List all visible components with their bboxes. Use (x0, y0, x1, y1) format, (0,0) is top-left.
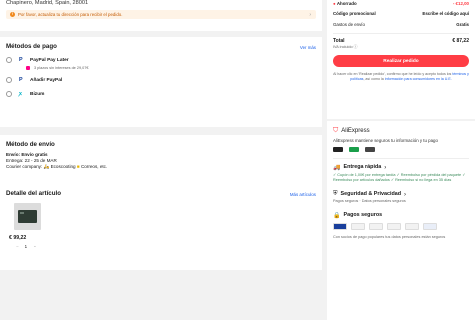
legal-text: Al hacer clic en 'Realizar pedido', conf… (333, 72, 469, 82)
saved-label: ● Ahorrado (333, 0, 357, 8)
courier-prefix: Courier company: (6, 163, 43, 169)
courier-name: Ecoscooting (50, 163, 76, 169)
product-detail (20, 212, 24, 214)
shipping-title: Método de envío (6, 141, 55, 148)
chevron-right-icon: › (384, 164, 387, 171)
payment-option-bizum[interactable]: ꭗ Bizum (6, 91, 316, 97)
option-label: Bizum (30, 91, 45, 97)
brand-tagline: AliExpress mantiene seguros tu informaci… (333, 138, 438, 143)
chevron-right-icon: › (404, 191, 407, 198)
promo-row[interactable]: Código promocional Escribe el código aqu… (333, 8, 469, 19)
payment-title: Métodos de pago (6, 43, 57, 50)
address-line: Chapinero, Madrid, Spain, 28001 (6, 0, 89, 6)
option-label: Añadir PayPal (30, 77, 63, 83)
paypal-icon: P (19, 77, 23, 83)
divider (333, 33, 469, 34)
option-sub: 3 plazos sin intereses de 29,07€ (34, 66, 89, 70)
bizum-icon: ꭗ (19, 91, 22, 97)
shield-check-icon: ⛨ (333, 191, 338, 197)
info-icon[interactable]: ⓘ (354, 45, 358, 49)
lock-icon: 🔒 (333, 213, 341, 219)
assurance-card: ⛉ AliExpress AliExpress mantiene seguros… (327, 121, 475, 320)
promo-label: Código promocional (333, 11, 376, 16)
decrease-button[interactable]: − (16, 244, 19, 249)
warning-icon: ! (10, 12, 15, 17)
vat-text: IVA incluido (333, 45, 353, 49)
shipping-cost-label: Gastos de envío (333, 22, 365, 27)
promo-input[interactable]: Escribe el código aquí (422, 8, 469, 19)
legal-part: , así como la (363, 76, 385, 81)
fast-delivery-header[interactable]: 🚚 Entrega rápida › (333, 164, 469, 171)
badge-row (333, 147, 469, 152)
see-more-link[interactable]: Ver más (300, 45, 316, 50)
chevron-right-icon: › (309, 11, 311, 18)
payment-option-add-paypal[interactable]: P Añadir PayPal (6, 77, 316, 83)
address-card: Chapinero, Madrid, Spain, 28001 ! Por fa… (0, 0, 322, 31)
items-title: Detalle del artículo (6, 190, 62, 197)
shipping-card: Método de envío Envío: Envío gratis Entr… (0, 135, 322, 185)
saved-label-text: Ahorrado (336, 1, 357, 6)
badge-icon (333, 147, 343, 152)
card-icon (423, 223, 437, 230)
payment-card-logos (333, 223, 469, 230)
vat-note: IVA incluido ⓘ (333, 45, 469, 50)
security-title: Seguridad & Privacidad (340, 191, 402, 197)
radio[interactable] (6, 77, 12, 83)
paypal-icon (387, 223, 401, 230)
security-header[interactable]: ⛨ Seguridad & Privacidad › (333, 191, 469, 198)
payments-header: 🔒 Pagos seguros (333, 212, 469, 219)
items-card: Detalle del artículo Más artículos € 99,… (0, 184, 322, 270)
place-order-button[interactable]: Realizar pedido (333, 55, 469, 67)
payment-card: Métodos de pago Ver más P PayPal Pay Lat… (0, 37, 322, 127)
badge-icon (349, 147, 359, 152)
item-price: € 99,22 (9, 235, 27, 241)
shield-icon: ⛉ (333, 127, 339, 134)
visa-icon (333, 223, 347, 230)
shipping-courier: Courier company: 🛵 Ecoscooting ■ Correos… (6, 164, 316, 170)
divider (333, 158, 469, 159)
card-icon (405, 223, 419, 230)
chevron-down-icon[interactable]: ⌄ (33, 243, 37, 249)
payments-title: Pagos seguros (343, 212, 383, 218)
installment-icon (26, 66, 30, 70)
scooter-icon: 🛵 (43, 163, 50, 169)
maestro-icon (369, 223, 383, 230)
mastercard-icon (351, 223, 365, 230)
radio[interactable] (6, 91, 12, 97)
option-label: PayPal Pay Later (30, 57, 69, 63)
total-label: Total (333, 38, 345, 44)
quantity-value: 1 (24, 243, 28, 249)
consumer-info-link[interactable]: información para consumidores en la U.E. (385, 77, 452, 81)
order-summary: ● Ahorrado - €12,00 Código promocional E… (327, 0, 475, 119)
product-image[interactable] (14, 203, 41, 230)
truck-icon: 🚚 (333, 165, 341, 171)
radio[interactable] (6, 57, 12, 63)
total-value: € 87,22 (452, 38, 469, 44)
more-items-link[interactable]: Más artículos (290, 192, 316, 197)
legal-part: Al hacer clic en 'Realizar pedido', conf… (333, 72, 453, 76)
payment-option-paylater[interactable]: P PayPal Pay Later 3 plazos sin interese… (6, 57, 316, 70)
discount-icon: ● (333, 1, 336, 6)
fast-delivery-list: ✓ Cupón de 1,00€ por entrega tardía ✓ Re… (333, 173, 466, 182)
courier-name: Correos (80, 163, 98, 169)
brand-row: ⛉ AliExpress (333, 127, 469, 135)
shipping-cost-value: Gratis (456, 22, 469, 27)
warning-text: Por favor, actualiza tu dirección para r… (18, 12, 123, 17)
payments-sub: Con socios de pago populares tus datos p… (333, 235, 446, 239)
quantity-stepper[interactable]: − 1 ⌄ (16, 243, 316, 249)
fast-delivery-title: Entrega rápida (343, 164, 382, 170)
security-sub: Pagos seguros · Datos personales seguros (333, 199, 406, 203)
brand-name: AliExpress (341, 128, 370, 134)
paypal-icon: P (19, 57, 23, 63)
courier-suffix: , etc. (97, 163, 108, 169)
correos-icon: ■ (76, 163, 80, 169)
address-warning[interactable]: ! Por favor, actualiza tu dirección para… (6, 10, 316, 19)
saved-value: - €12,00 (452, 1, 469, 6)
badge-icon (365, 147, 375, 152)
